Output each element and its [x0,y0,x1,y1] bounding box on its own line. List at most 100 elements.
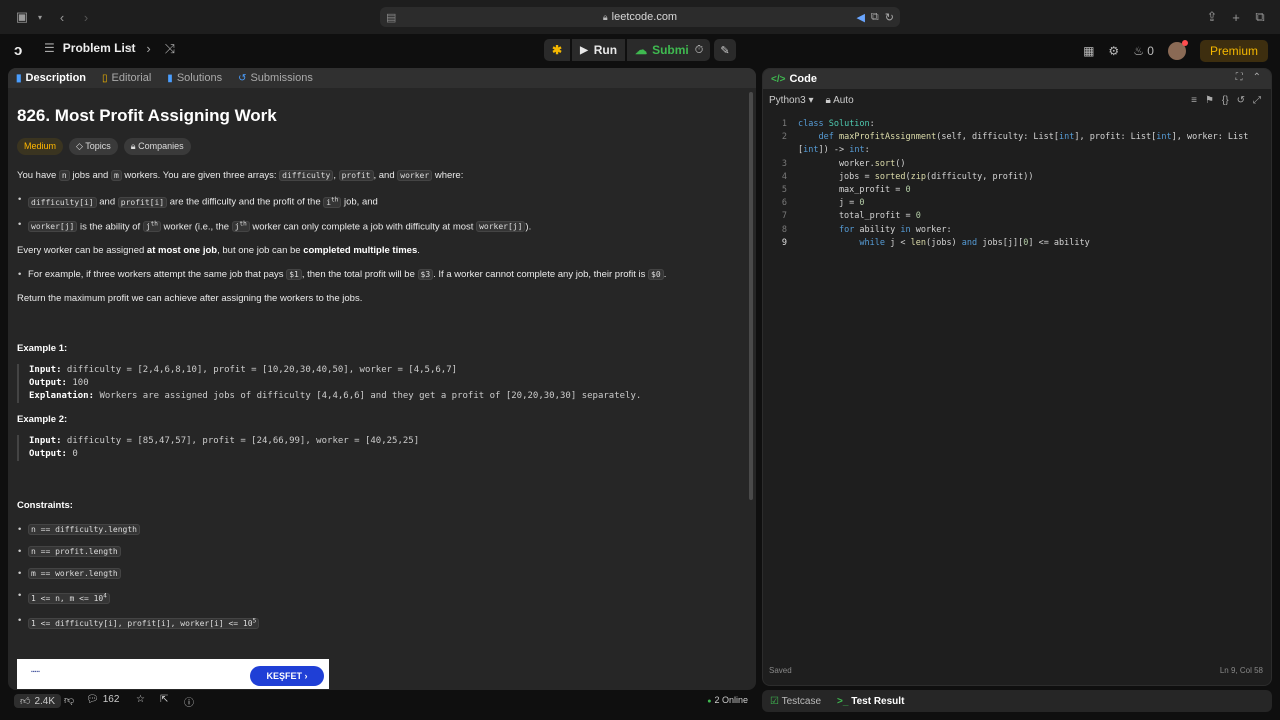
code: worker[j] [476,221,526,233]
text: , and [373,170,398,181]
layout-icon[interactable]: ▦ [1083,44,1094,58]
forward-icon[interactable]: › [76,10,96,25]
auto-toggle[interactable]: 🔒︎ Auto [826,95,854,106]
terminal-icon: >_ [837,695,849,707]
help-icon[interactable]: ⓘ [184,694,194,709]
tab-test-result-label: Test Result [851,695,905,707]
reset-icon[interactable]: ↺ [1237,95,1245,106]
audio-icon[interactable]: ◀︎ [856,11,864,24]
companies-button[interactable]: 🔒︎ Companies [123,138,191,155]
lock-icon: 🔒︎ [602,11,608,22]
submit-label: Submit [652,43,693,57]
share-icon[interactable]: ⇪ [1202,9,1222,25]
comment-icon: 💬︎ [86,694,99,705]
tab-test-result[interactable]: >_ Test Result [837,696,904,707]
leetcode-logo[interactable]: ↄ [14,42,28,59]
problem-intro: You have n jobs and m workers. You are g… [17,169,737,183]
code-icon: </> [771,73,786,85]
format-icon[interactable]: ≡ [1191,95,1197,106]
comments-button[interactable]: 💬︎ 162 [86,694,119,705]
label: Explanation: [29,391,95,402]
tab-submissions[interactable]: ↺ Submissions [238,72,313,84]
label: Output: [29,378,67,389]
text: , but one job can be [217,245,304,257]
language-select[interactable]: Python3 ▾ [769,95,814,106]
document-icon: ▮ [16,72,22,84]
code-line: class Solution: [798,119,875,129]
premium-button[interactable]: Premium [1199,40,1268,62]
collapse-icon[interactable]: ⌃ [1253,72,1261,83]
tab-testcase-label: Testcase [781,695,822,707]
shuffle-icon[interactable]: ⤨ [165,41,175,57]
star-icon[interactable]: ☆ [136,694,145,705]
list-item: For example, if three workers attempt th… [17,268,737,282]
tab-testcase[interactable]: ☑ Testcase [770,696,821,707]
address-bar[interactable]: ▤ 🔒︎ leetcode.com ◀︎ ⧉ ↻ [380,7,900,27]
tab-editorial[interactable]: ▯ Editorial [102,72,151,84]
superscript: th [331,196,339,203]
streak-count: 0 [1147,44,1154,58]
book-icon: ▯ [102,72,108,84]
chevron-down-icon[interactable]: ▾ [30,13,50,22]
code: worker[j] [28,221,78,233]
text: worker (i.e., the [160,221,232,233]
code: difficulty [279,170,334,181]
return-text: Return the maximum profit we can achieve… [17,293,363,305]
streak-counter[interactable]: ♨ 0 [1133,44,1154,58]
code-tab-bar: </> Code [763,69,1271,89]
next-problem-icon[interactable]: › [146,41,150,57]
code-line: max_profit = 0 [798,185,911,195]
play-icon: ▶ [580,44,588,56]
list-item: 1 <= difficulty[i], profit[i], worker[i]… [17,614,737,631]
code-line: def maxProfitAssignment(self, difficulty… [818,132,1249,142]
avatar[interactable] [1167,40,1188,60]
constraints-title: Constraints: [17,500,73,512]
text: Every worker can be assigned [17,245,147,257]
ad-cta-button[interactable]: KEŞFET › [250,666,324,686]
timer-icon[interactable]: ⏱ [688,39,710,61]
topics-button[interactable]: ◇ Topics [69,138,118,155]
bookmark-icon[interactable]: ⚑ [1205,95,1214,106]
thumbs-down-icon[interactable]: 👎︎ [64,694,74,706]
tab-solutions[interactable]: ▮ Solutions [167,72,222,84]
sidebar-toggle-icon[interactable]: ▣ [12,9,32,25]
description-panel: ▮ Description ▯ Editorial ▮ Solutions ↺ Subm… [8,68,756,690]
value: difficulty = [85,47,57], profit = [24,66… [61,436,420,447]
difficulty-badge: Medium [17,138,64,155]
code: m [110,170,122,181]
value: 0 [66,449,78,460]
run-button[interactable]: ▶ Run [572,39,626,61]
ad-banner[interactable]: ▪▪▪▪▪ KEŞFET › [17,659,329,689]
checkbox-icon: ☑ [770,695,779,707]
back-icon[interactable]: ‹ [52,10,72,25]
code: profit[i] [117,196,168,208]
line-number: 5 [781,185,787,195]
prev-problem-icon[interactable]: ‹ [128,41,132,57]
note-icon[interactable]: ✎ [714,39,736,61]
text-bold: at most one job [146,245,218,257]
tab-description[interactable]: ▮ Description [16,72,86,84]
text: For example, if three workers attempt th… [28,269,287,281]
code: $1 [286,269,302,281]
new-tab-icon[interactable]: + [1226,10,1246,25]
braces-icon[interactable]: {} [1222,95,1229,106]
share-icon[interactable]: ⇱ [160,694,168,705]
reload-icon[interactable]: ↻ [885,11,894,24]
line-number: 3 [781,159,787,169]
problem-list-link[interactable]: ☰ Problem List [44,41,135,55]
lock-icon: 🔒︎ [825,94,831,106]
like-button[interactable]: 👍︎ 2.4K [14,694,62,708]
text: worker can only complete a job with diff… [249,221,477,233]
maximize-icon[interactable]: ⛶ [1236,72,1243,83]
text: , then the total profit will be [301,269,418,281]
debug-button[interactable]: ✱ [544,39,571,61]
fullscreen-icon[interactable]: ⤢ [1253,95,1261,106]
tabs-overview-icon[interactable]: ⧉ [1250,9,1270,25]
line-number: 7 [781,211,787,221]
translate-icon[interactable]: ⧉ [871,11,879,24]
settings-icon[interactable]: ⚙ [1108,44,1119,58]
tab-solutions-label: Solutions [176,72,223,84]
scrollbar[interactable] [749,92,753,500]
code-tab-label[interactable]: Code [789,73,817,85]
code: jth [142,221,161,233]
